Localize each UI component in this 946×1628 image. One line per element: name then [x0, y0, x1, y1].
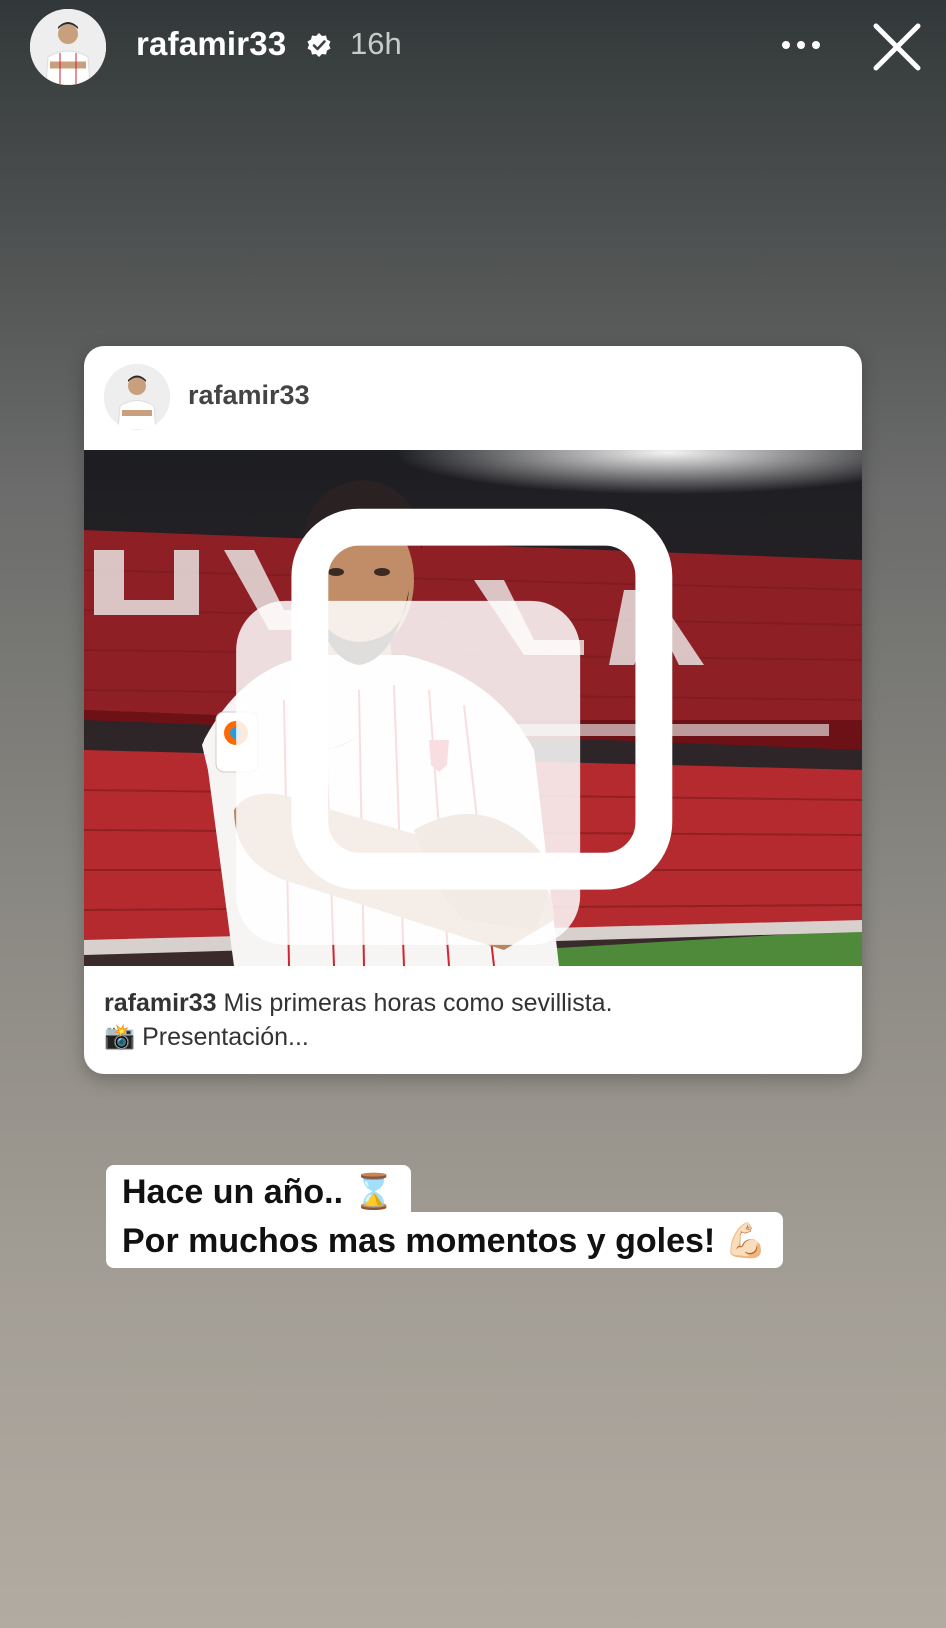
more-options-icon[interactable]: [778, 30, 824, 60]
hourglass-icon: ⌛: [352, 1172, 395, 1212]
shared-post-card[interactable]: rafamir33 rafamir33 Mis primeras horas c…: [84, 346, 862, 1074]
story-header: rafamir33 16h: [0, 0, 946, 100]
post-photo[interactable]: [84, 450, 862, 966]
post-time: 16h: [350, 26, 402, 61]
flexed-biceps-icon: 💪🏻: [724, 1221, 768, 1261]
sticker-text-1: Hace un año..: [122, 1173, 344, 1211]
text-sticker-line-2: Por muchos mas momentos y goles! 💪🏻: [106, 1212, 784, 1268]
sticker-text-2: Por muchos mas momentos y goles!: [122, 1222, 716, 1260]
post-header: rafamir33: [84, 346, 862, 450]
user-avatar[interactable]: [30, 9, 106, 85]
caption-line2: 📸 Presentación...: [104, 1023, 309, 1051]
story-username[interactable]: rafamir33: [136, 25, 286, 63]
post-author-username[interactable]: rafamir33: [188, 380, 310, 411]
post-author-avatar[interactable]: [104, 364, 170, 430]
close-icon[interactable]: [872, 22, 922, 72]
verified-badge-icon: [307, 33, 331, 57]
post-caption: rafamir33 Mis primeras horas como sevill…: [104, 986, 844, 1054]
caption-text: Mis primeras horas como sevillista.: [223, 989, 613, 1017]
caption-username[interactable]: rafamir33: [104, 989, 217, 1017]
multiple-photos-icon: [236, 508, 673, 945]
